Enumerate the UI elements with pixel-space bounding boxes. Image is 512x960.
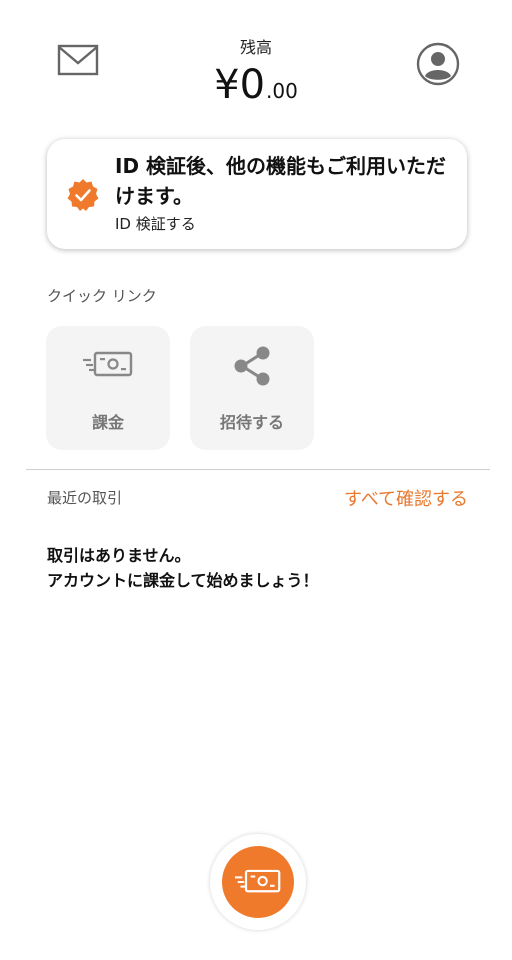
balance-integer: 0	[239, 62, 266, 108]
cash-icon	[234, 869, 281, 893]
section-divider	[26, 469, 490, 470]
balance-decimal: .00	[266, 79, 298, 103]
id-verification-card[interactable]: ID 検証後、他の機能もご利用いただけます。 ID 検証する	[47, 139, 467, 249]
empty-state-title: 取引はありません。	[47, 546, 191, 565]
charge-fab-button[interactable]	[222, 846, 294, 918]
currency-symbol: ¥	[214, 62, 240, 108]
verify-id-link[interactable]: ID 検証する	[115, 213, 196, 234]
verification-message: ID 検証後、他の機能もご利用いただけます。	[115, 154, 447, 208]
profile-icon	[416, 42, 460, 86]
cash-icon	[46, 344, 170, 388]
quick-link-charge[interactable]: 課金	[46, 326, 170, 450]
share-icon	[190, 344, 314, 388]
quick-links-label: クイック リンク	[47, 287, 157, 305]
quick-link-invite[interactable]: 招待する	[190, 326, 314, 450]
recent-transactions-label: 最近の取引	[47, 489, 123, 507]
see-all-link[interactable]: すべて確認する	[300, 485, 468, 511]
verified-badge-icon	[65, 177, 101, 213]
profile-button[interactable]	[414, 40, 462, 88]
quick-link-label: 課金	[91, 413, 124, 432]
quick-link-label: 招待する	[219, 413, 284, 432]
empty-state-message: アカウントに課金して始めましょう！	[47, 571, 319, 590]
